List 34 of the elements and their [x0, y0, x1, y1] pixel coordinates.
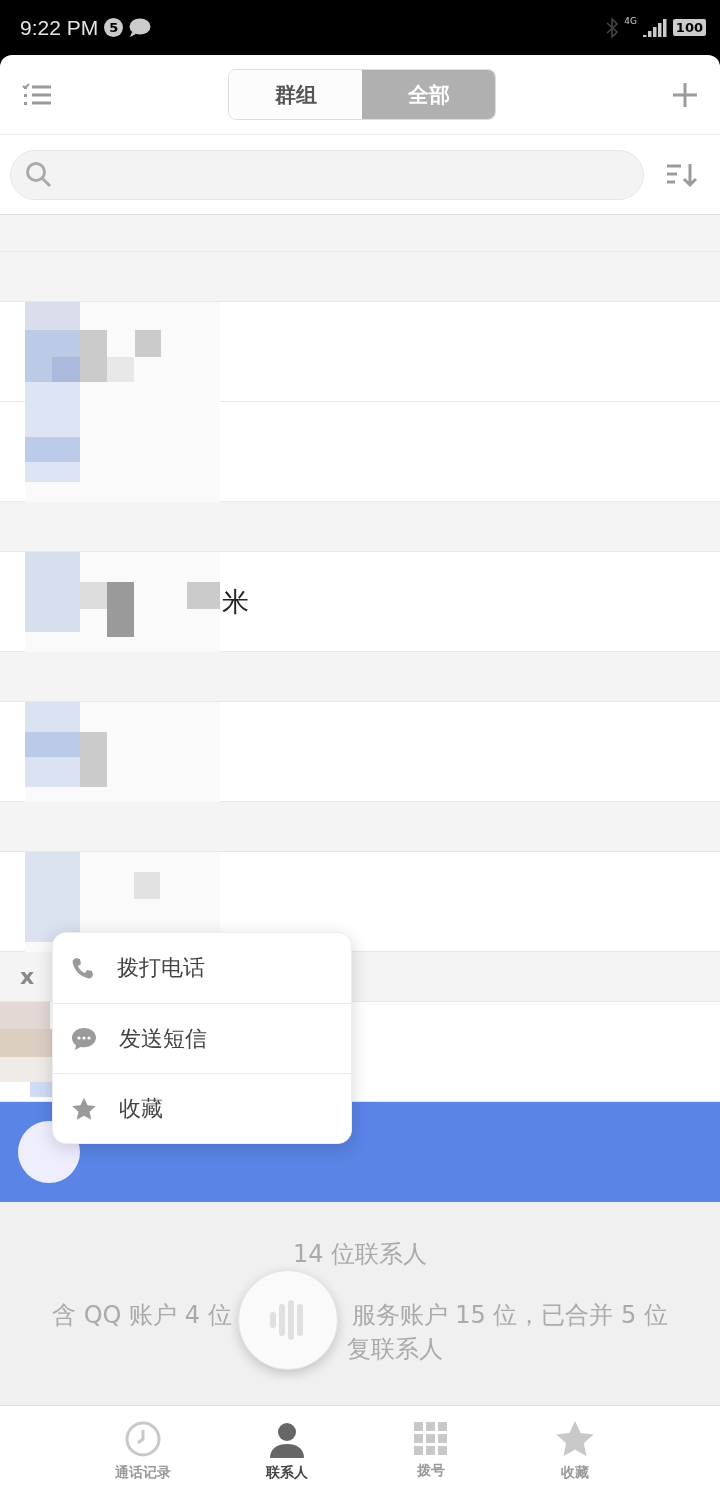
battery-level: 100 [672, 19, 706, 36]
menu-item[interactable]: 收藏 [53, 1073, 351, 1143]
contact-row[interactable] [0, 702, 720, 802]
contact-row[interactable] [0, 302, 720, 402]
nav-tab[interactable]: 联系人 [215, 1406, 359, 1495]
notification-badge: 5 [104, 18, 124, 37]
account-summary: 服务账户 15 位，已合并 5 位 [351, 1300, 668, 1331]
star-icon [71, 1096, 97, 1121]
contact-row[interactable] [0, 852, 720, 952]
sort-icon[interactable] [666, 161, 698, 188]
contact-name: 米 [222, 584, 249, 619]
search-icon [25, 160, 53, 189]
clock-icon [124, 1419, 162, 1458]
checklist-icon[interactable] [22, 82, 52, 107]
search-field[interactable] [10, 149, 644, 200]
signal-icon [642, 18, 667, 37]
account-summary: 复联系人 [347, 1334, 443, 1365]
add-icon[interactable] [672, 81, 698, 108]
account-summary: 含 QQ 账户 4 位 [52, 1300, 232, 1331]
chat-bubble-icon [71, 1026, 97, 1051]
star-icon [555, 1419, 595, 1458]
contact-count: 14 位联系人 [292, 1239, 428, 1270]
contact-row[interactable]: 米 [0, 552, 720, 652]
network-label: 4G [624, 16, 637, 26]
menu-item[interactable]: 发送短信 [53, 1003, 351, 1073]
phone-icon [71, 956, 95, 980]
status-time: 9:22 PM [20, 15, 99, 40]
dialpad-icon [414, 1421, 448, 1456]
bluetooth-icon [606, 17, 619, 38]
section-letter: x [20, 964, 35, 989]
contact-row[interactable] [0, 402, 720, 502]
voice-button[interactable] [238, 1270, 338, 1370]
chat-bubble-icon [129, 18, 152, 37]
menu-item[interactable]: 拨打电话 [53, 933, 351, 1003]
